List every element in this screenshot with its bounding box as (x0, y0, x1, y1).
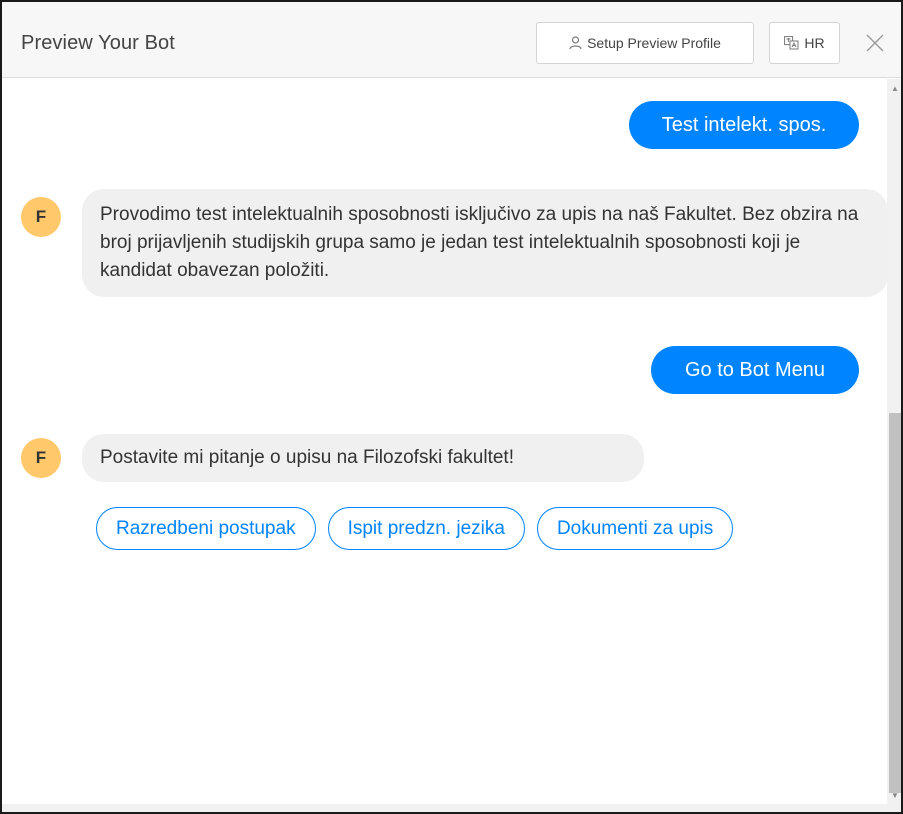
quick-reply-button[interactable]: Ispit predzn. jezika (327, 507, 525, 550)
scroll-up-arrow-icon[interactable]: ▲ (887, 81, 901, 95)
bot-avatar: F (21, 197, 61, 237)
quick-reply-button[interactable]: Dokumenti za upis (536, 507, 734, 550)
scrollbar-thumb[interactable] (889, 413, 901, 793)
setup-preview-profile-label: Setup Preview Profile (587, 35, 721, 51)
user-icon (569, 36, 582, 50)
bot-message: Postavite mi pitanje o upisu na Filozofs… (82, 434, 644, 482)
language-button[interactable]: HR (769, 22, 840, 64)
bot-preview-window: Preview Your Bot Setup Preview Profile H… (0, 0, 903, 814)
chat-area: Test intelekt. spos. F Provodimo test in… (2, 79, 888, 804)
user-message: Go to Bot Menu (651, 346, 859, 394)
window-title: Preview Your Bot (21, 32, 175, 54)
header: Preview Your Bot Setup Preview Profile H… (2, 2, 901, 78)
quick-replies: Razredbeni postupak Ispit predzn. jezika… (96, 507, 734, 550)
language-label: HR (804, 35, 825, 51)
bot-message: Provodimo test intelektualnih sposobnost… (82, 189, 888, 297)
bottom-border (2, 804, 901, 812)
translate-icon (784, 36, 799, 50)
setup-preview-profile-button[interactable]: Setup Preview Profile (536, 22, 754, 64)
vertical-scrollbar[interactable]: ▲ ▼ (887, 79, 901, 804)
close-icon[interactable] (864, 32, 886, 54)
scroll-down-arrow-icon[interactable]: ▼ (887, 788, 901, 802)
quick-reply-button[interactable]: Razredbeni postupak (96, 507, 316, 550)
bot-avatar: F (21, 438, 61, 478)
user-message: Test intelekt. spos. (629, 101, 859, 149)
